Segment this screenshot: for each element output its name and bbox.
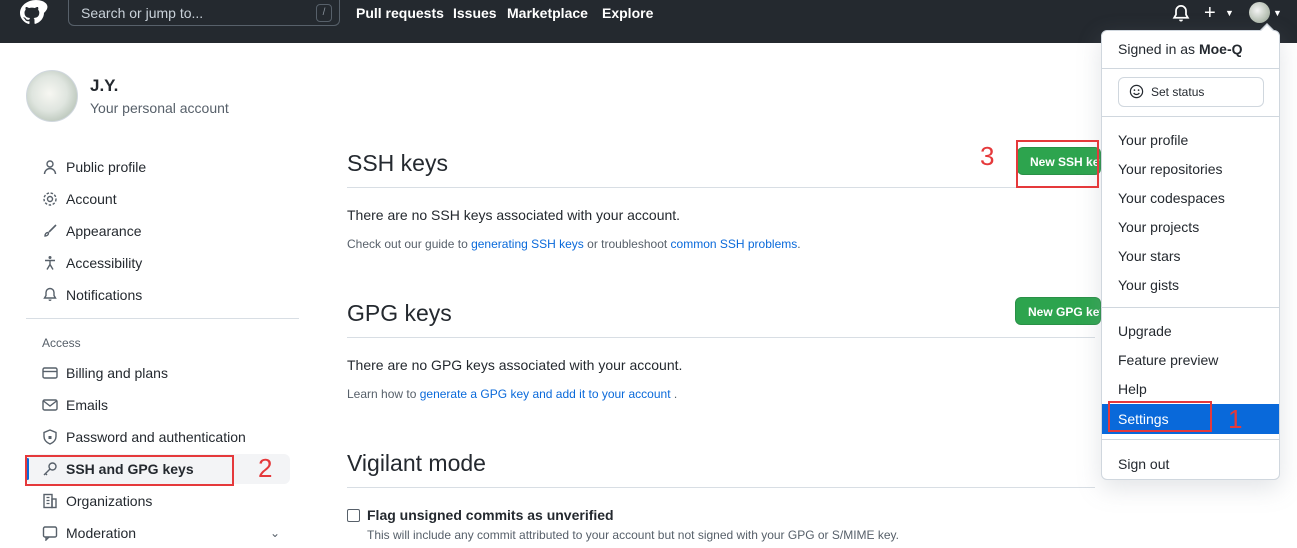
generate-gpg-key-link[interactable]: generate a GPG key and add it to your ac… <box>420 387 671 401</box>
menu-item-your-repositories[interactable]: Your repositories <box>1102 157 1279 181</box>
gpg-empty-message: There are no GPG keys associated with yo… <box>347 357 683 373</box>
set-status-label: Set status <box>1151 85 1205 99</box>
sidebar-item-emails[interactable]: Emails <box>26 390 290 420</box>
generating-ssh-keys-link[interactable]: generating SSH keys <box>471 237 584 251</box>
dropdown-divider <box>1102 439 1279 440</box>
sidebar-item-billing[interactable]: Billing and plans <box>26 358 290 388</box>
sidebar-item-password-authentication[interactable]: Password and authentication <box>26 422 290 452</box>
report-icon <box>42 526 58 541</box>
ssh-keys-heading: SSH keys <box>347 150 448 176</box>
profile-subtitle: Your personal account <box>90 100 229 116</box>
gpg-keys-heading: GPG keys <box>347 300 452 326</box>
menu-item-your-codespaces[interactable]: Your codespaces <box>1102 186 1279 210</box>
dropdown-divider <box>1102 68 1279 69</box>
sidebar-item-label: Emails <box>66 397 109 413</box>
organization-icon <box>43 493 57 509</box>
sidebar-item-label: Appearance <box>66 223 142 239</box>
sidebar-section-access: Access <box>42 336 81 350</box>
sidebar-item-label: Notifications <box>66 287 143 303</box>
gpg-divider <box>347 337 1095 338</box>
flag-unsigned-commits-checkbox[interactable] <box>347 509 360 522</box>
sidebar-item-label: Password and authentication <box>66 429 246 445</box>
smiley-icon <box>1129 84 1144 99</box>
nav-marketplace[interactable]: Marketplace <box>507 0 588 26</box>
sidebar-item-label: Billing and plans <box>66 365 168 381</box>
annotation-box-settings <box>1108 401 1212 432</box>
gpg-help-text: Learn how to generate a GPG key and add … <box>347 387 677 401</box>
accessibility-icon <box>45 256 55 270</box>
sidebar-item-public-profile[interactable]: Public profile <box>26 152 290 182</box>
menu-item-feature-preview[interactable]: Feature preview <box>1102 348 1279 372</box>
gpg-help-suffix: . <box>670 387 678 401</box>
vigilant-divider <box>347 487 1095 488</box>
annotation-number-2: 2 <box>258 453 273 483</box>
menu-item-upgrade[interactable]: Upgrade <box>1102 319 1279 343</box>
annotation-box-new-ssh <box>1016 140 1099 188</box>
paintbrush-icon <box>44 224 57 237</box>
shield-lock-icon <box>43 429 57 445</box>
sidebar-item-moderation[interactable]: Moderation ⌄ <box>26 518 290 548</box>
menu-item-sign-out[interactable]: Sign out <box>1102 452 1279 476</box>
bell-icon <box>43 287 57 301</box>
ssh-empty-message: There are no SSH keys associated with yo… <box>347 207 681 223</box>
sidebar-divider <box>26 318 299 319</box>
ssh-help-suffix: . <box>797 237 801 251</box>
search-placeholder: Search or jump to... <box>81 5 204 21</box>
signed-in-username: Moe-Q <box>1198 41 1243 57</box>
plus-caret-down-icon[interactable]: ▼ <box>1225 8 1234 18</box>
annotation-number-3: 3 <box>980 141 995 171</box>
person-icon <box>43 160 57 175</box>
sidebar-item-label: Public profile <box>66 159 147 175</box>
menu-item-your-profile[interactable]: Your profile <box>1102 128 1279 152</box>
sidebar-item-notifications[interactable]: Notifications <box>26 280 290 310</box>
vigilant-mode-heading: Vigilant mode <box>347 450 486 476</box>
flag-unsigned-commits-label[interactable]: Flag unsigned commits as unverified <box>367 507 614 523</box>
github-logo-icon[interactable] <box>20 0 52 28</box>
sidebar-item-appearance[interactable]: Appearance <box>26 216 290 246</box>
dropdown-divider <box>1102 116 1279 117</box>
search-shortcut-key: / <box>316 4 332 22</box>
gear-icon <box>43 192 57 206</box>
search-input[interactable]: Search or jump to... / <box>68 0 340 26</box>
annotation-number-1: 1 <box>1228 404 1243 434</box>
sidebar-item-label: Account <box>66 191 117 207</box>
menu-item-your-gists[interactable]: Your gists <box>1102 273 1279 297</box>
avatar-caret-down-icon[interactable]: ▼ <box>1273 8 1282 18</box>
menu-item-your-projects[interactable]: Your projects <box>1102 215 1279 239</box>
annotation-box-ssh-gpg <box>25 455 234 486</box>
sidebar-item-label: Organizations <box>66 493 153 509</box>
menu-item-your-stars[interactable]: Your stars <box>1102 244 1279 268</box>
create-new-plus-icon[interactable]: + <box>1204 2 1216 24</box>
common-ssh-problems-link[interactable]: common SSH problems <box>671 237 798 251</box>
ssh-help-prefix: Check out our guide to <box>347 237 472 251</box>
mail-icon <box>42 399 58 411</box>
sidebar-item-accessibility[interactable]: Accessibility <box>26 248 290 278</box>
menu-item-help[interactable]: Help <box>1102 377 1279 401</box>
notifications-bell-icon[interactable] <box>1171 4 1191 24</box>
set-status-button[interactable]: Set status <box>1118 77 1264 107</box>
nav-explore[interactable]: Explore <box>602 0 653 26</box>
nav-issues[interactable]: Issues <box>453 0 497 26</box>
ssh-help-text: Check out our guide to generating SSH ke… <box>347 237 801 251</box>
vigilant-mode-note: This will include any commit attributed … <box>367 528 900 542</box>
sidebar-item-account[interactable]: Account <box>26 184 290 214</box>
sidebar-item-organizations[interactable]: Organizations <box>26 486 290 516</box>
chevron-down-icon[interactable]: ⌄ <box>270 518 280 548</box>
profile-name: J.Y. <box>90 76 119 95</box>
dropdown-caret-fill <box>1260 25 1274 32</box>
dropdown-divider <box>1102 307 1279 308</box>
signed-in-as: Signed in as Moe-Q <box>1118 41 1243 57</box>
ssh-help-middle: or troubleshoot <box>583 237 671 251</box>
user-avatar-menu-button[interactable] <box>1249 2 1270 23</box>
gpg-help-prefix: Learn how to <box>347 387 420 401</box>
credit-card-icon <box>42 367 58 379</box>
ssh-divider <box>347 187 1095 188</box>
nav-pull-requests[interactable]: Pull requests <box>356 0 444 26</box>
profile-avatar <box>26 70 78 122</box>
signed-in-prefix: Signed in as <box>1118 41 1196 57</box>
sidebar-item-label: Accessibility <box>66 255 143 271</box>
sidebar-item-label: Moderation <box>66 525 137 541</box>
new-gpg-key-button[interactable]: New GPG key <box>1015 297 1101 325</box>
